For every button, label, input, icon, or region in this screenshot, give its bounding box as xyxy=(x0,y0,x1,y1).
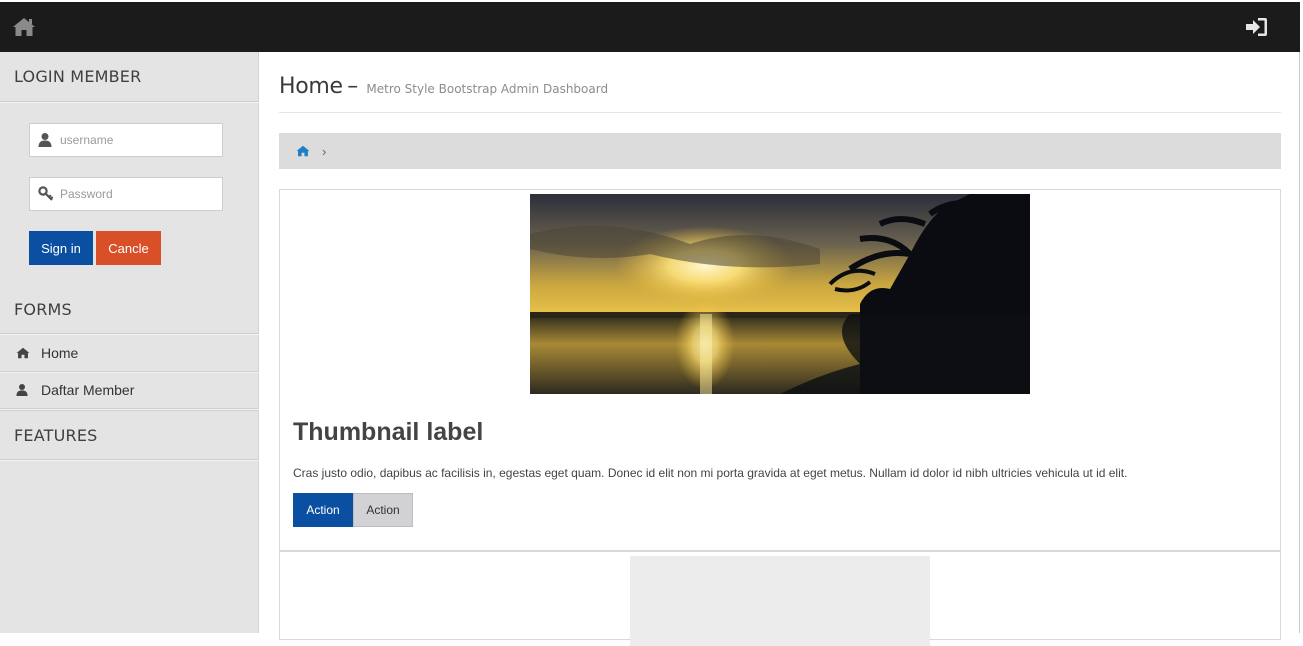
sidebar-item-label: Home xyxy=(41,345,79,361)
page-header: Home – Metro Style Bootstrap Admin Dashb… xyxy=(279,74,1281,113)
action-secondary-button[interactable]: Action xyxy=(353,493,413,527)
title-dash: – xyxy=(347,74,358,99)
username-field[interactable] xyxy=(29,123,223,157)
page-title: Home xyxy=(279,74,343,99)
forms-heading: FORMS xyxy=(0,286,259,334)
thumbnail-card: Thumbnail label Cras justo odio, dapibus… xyxy=(279,189,1281,551)
sign-in-icon[interactable] xyxy=(1244,16,1268,38)
password-field[interactable] xyxy=(29,177,223,211)
user-icon xyxy=(16,383,30,397)
sidebar-item-home[interactable]: Home xyxy=(0,335,259,372)
home-icon[interactable] xyxy=(296,145,310,157)
breadcrumb: › xyxy=(279,133,1281,169)
cancel-button[interactable]: Cancle xyxy=(96,231,161,265)
main-content: Home – Metro Style Bootstrap Admin Dashb… xyxy=(279,52,1281,646)
sidebar-item-label: Daftar Member xyxy=(41,382,135,398)
window-edge-line xyxy=(1299,52,1300,633)
action-primary-button[interactable]: Action xyxy=(293,493,353,527)
home-icon[interactable] xyxy=(12,16,36,38)
sign-in-button[interactable]: Sign in xyxy=(29,231,93,265)
thumbnail-label: Thumbnail label xyxy=(293,418,484,446)
breadcrumb-separator: › xyxy=(322,143,327,159)
second-thumbnail-card xyxy=(279,550,1281,646)
features-heading: FEATURES xyxy=(0,410,259,460)
thumbnail-description: Cras justo odio, dapibus ac facilisis in… xyxy=(293,466,1128,480)
sidebar: LOGIN MEMBER Sign in Cancle FORMS Home D… xyxy=(0,52,259,633)
username-input[interactable] xyxy=(60,124,220,156)
key-icon xyxy=(38,186,54,202)
password-input[interactable] xyxy=(60,178,220,210)
page-subtitle: Metro Style Bootstrap Admin Dashboard xyxy=(366,82,609,96)
login-member-heading: LOGIN MEMBER xyxy=(0,52,259,102)
user-icon xyxy=(38,132,52,148)
home-icon xyxy=(16,346,30,360)
top-navbar xyxy=(0,0,1303,52)
sidebar-item-daftar-member[interactable]: Daftar Member xyxy=(0,372,259,409)
sunset-image xyxy=(530,194,1030,394)
